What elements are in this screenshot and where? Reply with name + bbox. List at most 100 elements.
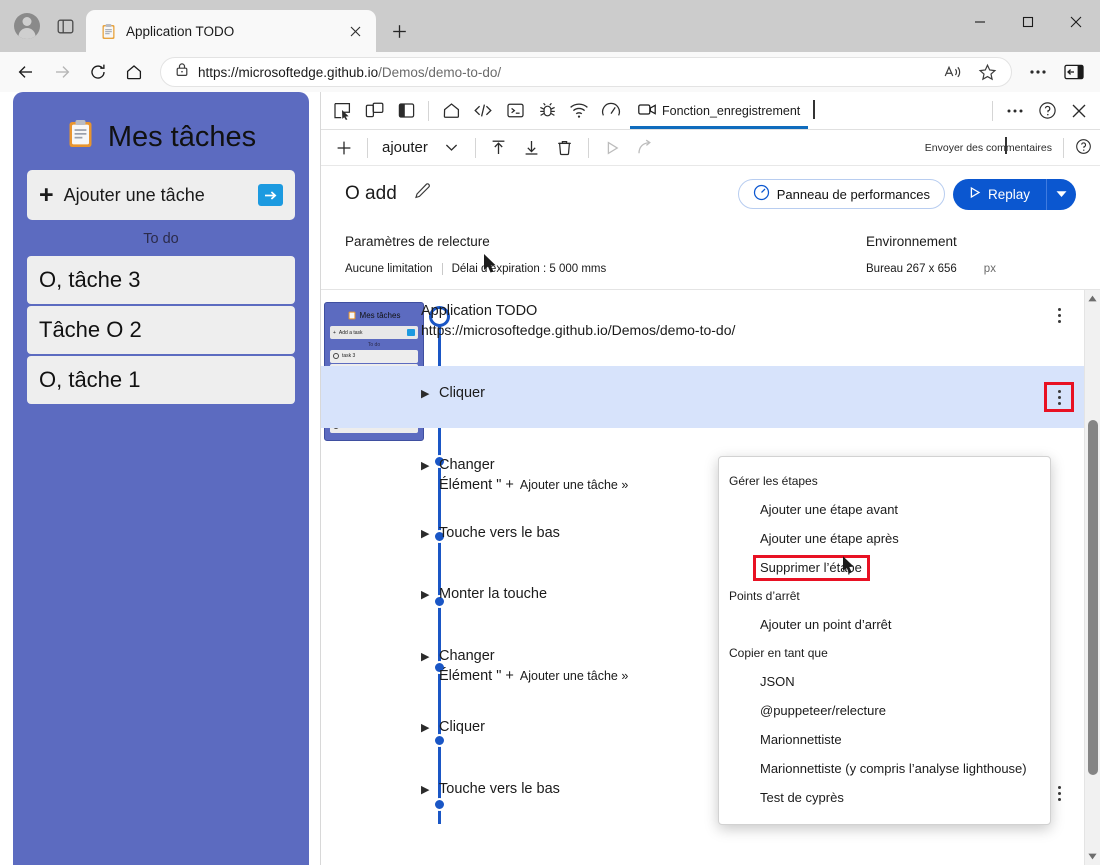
inspect-element-icon[interactable] [327, 97, 357, 125]
sources-code-icon[interactable] [468, 97, 498, 125]
browser-titlebar: Application TODO [0, 0, 1100, 52]
browser-sidebar-icon[interactable] [1058, 56, 1090, 88]
video-camera-icon [638, 103, 656, 119]
window-controls [956, 0, 1100, 52]
issues-bug-icon[interactable] [532, 97, 562, 125]
viewport-value: Bureau 267 x 656 [866, 263, 957, 275]
step-detail-prefix: Élément " + [439, 477, 514, 493]
expand-caret-icon[interactable]: ▶ [421, 384, 439, 403]
todo-card: Mes tâches + Ajouter une tâche To do O, … [13, 92, 309, 865]
play-triangle-icon[interactable] [597, 134, 627, 162]
url-bar[interactable]: https://microsoftedge.github.io/Demos/de… [160, 57, 1012, 87]
avatar [14, 13, 40, 39]
list-item[interactable]: O, tâche 1 [27, 356, 295, 404]
step-more-options-icon[interactable] [1046, 302, 1072, 328]
menu-item-copy-puppeteer-lighthouse[interactable]: Marionnettiste (y compris l’analyse ligh… [719, 754, 1050, 783]
scroll-up-arrow-icon[interactable] [1085, 290, 1100, 307]
new-tab-button[interactable] [382, 14, 416, 48]
scrollbar-track[interactable] [1085, 307, 1100, 848]
menu-item-copy-puppeteer-replay[interactable]: @puppeteer/relecture [719, 696, 1050, 725]
home-button[interactable] [118, 56, 150, 88]
favorite-star-icon[interactable] [971, 56, 1003, 88]
list-item[interactable]: Tâche O 2 [27, 306, 295, 354]
forward-button[interactable] [46, 56, 78, 88]
toolbar-divider [367, 137, 368, 158]
reload-button[interactable] [82, 56, 114, 88]
step-detail-value: Ajouter une tâche » [519, 669, 629, 683]
export-up-arrow-icon[interactable] [484, 134, 514, 162]
table-row[interactable]: ▶ Cliquer [321, 366, 1084, 428]
expand-caret-icon[interactable]: ▶ [421, 456, 439, 475]
chevron-down-icon[interactable] [437, 134, 467, 162]
replay-settings-values: Aucune limitation Délai d’expiration : 5… [345, 263, 866, 275]
submit-task-button[interactable] [258, 184, 283, 206]
expand-caret-icon[interactable]: ▶ [421, 585, 439, 604]
url-host: https://microsoftedge.github.io [198, 64, 379, 80]
add-task-input[interactable]: Ajouter une tâche [64, 185, 248, 206]
list-item[interactable]: O, tâche 3 [27, 256, 295, 304]
menu-item-copy-json[interactable]: JSON [719, 667, 1050, 696]
page-title: Mes tâches [107, 120, 257, 153]
expand-caret-icon[interactable]: ▶ [421, 780, 439, 799]
network-wifi-icon[interactable] [564, 97, 594, 125]
scrollbar-thumb[interactable] [1087, 420, 1098, 775]
expand-caret-icon[interactable]: ▶ [421, 718, 439, 737]
performance-gauge-icon[interactable] [596, 97, 626, 125]
close-window-button[interactable] [1052, 0, 1100, 44]
vertical-scrollbar[interactable] [1084, 290, 1100, 865]
tab-recorder[interactable]: Fonction_enregistrement [628, 93, 810, 129]
toolbar-divider [474, 137, 476, 158]
expand-caret-icon[interactable]: ▶ [421, 524, 439, 543]
redo-arrow-icon[interactable] [630, 134, 660, 162]
read-aloud-icon[interactable] [937, 56, 969, 88]
recording-name[interactable]: ajouter [376, 139, 434, 156]
menu-item-copy-puppeteer[interactable]: Marionnettiste [719, 725, 1050, 754]
text-caret [1005, 137, 1007, 154]
menu-item-add-step-before[interactable]: Ajouter une étape avant [719, 495, 1050, 524]
step-more-options-icon[interactable] [1044, 382, 1074, 412]
console-icon[interactable] [500, 97, 530, 125]
help-icon[interactable] [1032, 97, 1062, 125]
replay-dropdown-button[interactable] [1046, 178, 1076, 210]
pencil-edit-icon[interactable] [413, 182, 432, 206]
tab-actions-icon[interactable] [50, 11, 80, 41]
todo-task-list: O, tâche 3 Tâche O 2 O, tâche 1 [27, 256, 295, 404]
menu-item-copy-cypress[interactable]: Test de cyprès [719, 783, 1050, 812]
welcome-home-icon[interactable] [436, 97, 466, 125]
viewport-unit: px [983, 263, 996, 275]
close-devtools-icon[interactable] [1064, 97, 1094, 125]
menu-item-remove-step[interactable]: Supprimer l’étape [719, 553, 1050, 582]
maximize-button[interactable] [1004, 0, 1052, 44]
feedback-label[interactable]: Envoyer des commentaires [925, 142, 1052, 154]
recording-title: O add [345, 183, 397, 204]
minimize-button[interactable] [956, 0, 1004, 44]
expand-caret-icon[interactable]: ▶ [421, 647, 439, 666]
add-recording-button[interactable] [329, 134, 359, 162]
throttling-value[interactable]: Aucune limitation [345, 263, 443, 275]
device-emulation-icon[interactable] [359, 97, 389, 125]
step-row-start[interactable]: Application TODO https://microsoftedge.g… [321, 290, 1084, 350]
timeout-value[interactable]: Délai d’expiration : 5 000 mms [443, 263, 616, 275]
menu-item-add-breakpoint[interactable]: Ajouter un point d’arrêt [719, 610, 1050, 639]
step-context-menu: Gérer les étapes Ajouter une étape avant… [718, 456, 1051, 825]
context-menu-group-label: Points d’arrêt [729, 589, 800, 603]
browser-tab[interactable]: Application TODO [86, 10, 376, 52]
browser-more-options-icon[interactable] [1022, 56, 1054, 88]
menu-item-add-step-after[interactable]: Ajouter une étape après [719, 524, 1050, 553]
profile-avatar-button[interactable] [10, 9, 44, 43]
add-task-input-row[interactable]: + Ajouter une tâche [27, 170, 295, 220]
help-icon[interactable] [1075, 138, 1092, 158]
more-options-icon[interactable] [1000, 97, 1030, 125]
omnibox-actions [937, 56, 1003, 88]
dock-side-icon[interactable] [391, 97, 421, 125]
import-down-arrow-icon[interactable] [517, 134, 547, 162]
close-icon[interactable] [344, 20, 366, 42]
step-body: Cliquer [439, 384, 1046, 403]
scroll-down-arrow-icon[interactable] [1085, 848, 1100, 865]
step-body: Application TODO https://microsoftedge.g… [421, 302, 1046, 340]
performance-panel-button[interactable]: Panneau de performances [737, 179, 945, 209]
back-button[interactable] [10, 56, 42, 88]
address-bar: https://microsoftedge.github.io/Demos/de… [0, 52, 1100, 92]
trash-icon[interactable] [550, 134, 580, 162]
replay-button[interactable]: Replay [952, 178, 1046, 210]
